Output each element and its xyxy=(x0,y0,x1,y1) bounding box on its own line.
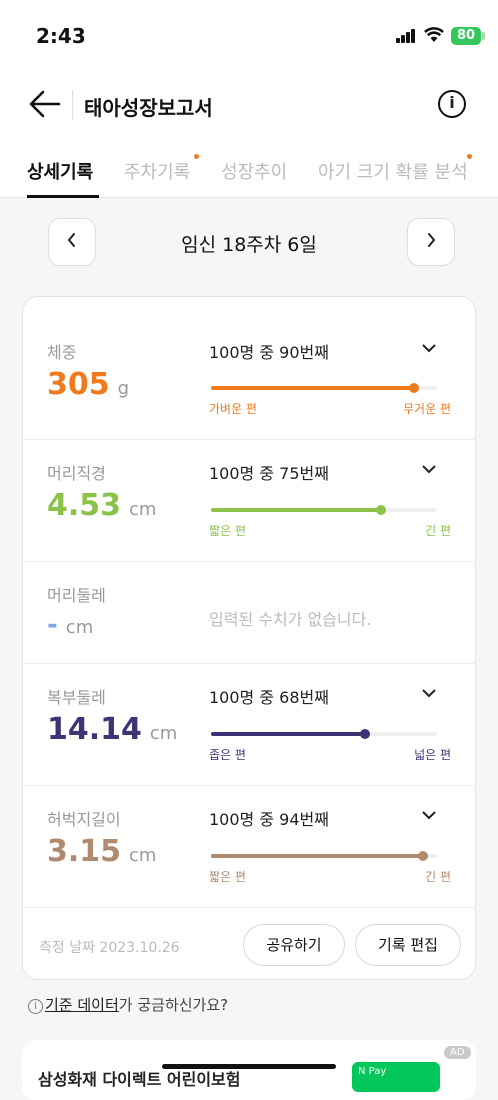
measurement-date: 측정 날짜 2023.10.26 xyxy=(39,940,180,956)
range-high-label: 무거운 편 xyxy=(403,402,451,416)
metric-row-femur-length[interactable]: 허벅지길이 3.15 cm 100명 중 94번째 짧은 편 긴 편 xyxy=(23,786,475,908)
percentile-fill xyxy=(211,732,365,736)
ad-banner[interactable]: 삼성화재 다이렉트 어린이보험 N Pay AD xyxy=(22,1040,476,1100)
percentile-track xyxy=(211,505,437,515)
ad-badge: AD xyxy=(444,1046,471,1059)
metric-label: 머리둘레 xyxy=(47,586,106,605)
percentile-track xyxy=(211,851,437,861)
standard-data-link-text[interactable]: 기준 데이터 xyxy=(45,996,119,1014)
tab-weekly-record-dot xyxy=(194,154,199,159)
metric-rank: 100명 중 94번째 xyxy=(209,810,329,829)
naver-pay-badge: N Pay xyxy=(352,1062,440,1092)
page-title: 태아성장보고서 xyxy=(84,96,213,120)
percentile-fill xyxy=(211,386,415,390)
chevron-right-icon xyxy=(428,233,436,247)
metric-label: 허벅지길이 xyxy=(47,810,121,829)
tab-size-probability[interactable]: 아기 크기 확률 분석 xyxy=(318,158,468,184)
battery-tip xyxy=(482,32,485,40)
app-header: 태아성장보고서 i xyxy=(0,72,498,136)
range-high-label: 긴 편 xyxy=(425,870,451,884)
tab-detail-record[interactable]: 상세기록 xyxy=(27,158,93,184)
percentile-knob xyxy=(409,383,420,393)
range-low-label: 짧은 편 xyxy=(209,870,246,884)
cellular-signal-icon xyxy=(396,29,416,43)
tab-size-probability-dot xyxy=(467,154,472,159)
tab-growth-trend[interactable]: 성장추이 xyxy=(221,158,287,184)
chevron-down-icon[interactable] xyxy=(421,343,437,353)
percentile-knob xyxy=(375,505,386,515)
metric-value: 3.15 cm xyxy=(47,834,157,869)
percentile-track xyxy=(211,383,437,393)
percentile-track xyxy=(211,729,437,739)
percentile-knob xyxy=(359,729,370,739)
range-high-label: 넓은 편 xyxy=(414,748,451,762)
home-indicator xyxy=(162,1064,336,1069)
range-low-label: 좁은 편 xyxy=(209,748,246,762)
metric-rank: 100명 중 75번째 xyxy=(209,464,329,483)
measurement-card: 체중 305 g 100명 중 90번째 가벼운 편 무거운 편 머리직경 4.5… xyxy=(22,296,476,980)
next-week-button[interactable] xyxy=(407,218,455,266)
status-bar: 2:43 80 xyxy=(0,0,498,72)
back-arrow-icon[interactable] xyxy=(28,88,62,120)
metric-row-head-circumference[interactable]: 머리둘레 - cm 입력된 수치가 없습니다. xyxy=(23,562,475,664)
metric-rank: 100명 중 68번째 xyxy=(209,688,329,707)
standard-data-link[interactable]: i 기준 데이터가 궁금하신가요? xyxy=(28,994,228,1015)
active-tab-indicator xyxy=(27,195,99,198)
metric-label: 체중 xyxy=(47,343,77,362)
wifi-icon xyxy=(424,27,444,42)
metric-value: 305 g xyxy=(47,367,130,402)
tab-weekly-record[interactable]: 주차기록 xyxy=(124,158,190,184)
header-divider xyxy=(72,90,73,120)
empty-value-message: 입력된 수치가 없습니다. xyxy=(209,610,372,629)
status-time: 2:43 xyxy=(36,24,86,48)
share-button[interactable]: 공유하기 xyxy=(243,924,345,966)
battery-icon: 80 xyxy=(451,27,481,45)
ad-title: 삼성화재 다이렉트 어린이보험 xyxy=(38,1070,241,1089)
metric-rank: 100명 중 90번째 xyxy=(209,343,329,362)
metric-label: 복부둘레 xyxy=(47,688,106,707)
edit-record-button[interactable]: 기록 편집 xyxy=(355,924,461,966)
tab-bar: 상세기록 주차기록 성장추이 아기 크기 확률 분석 xyxy=(0,146,498,198)
percentile-fill xyxy=(211,508,381,512)
range-high-label: 긴 편 xyxy=(425,524,451,538)
chevron-down-icon[interactable] xyxy=(421,688,437,698)
percentile-fill xyxy=(211,854,424,858)
metric-value: - cm xyxy=(47,610,94,640)
metric-label: 머리직경 xyxy=(47,464,106,483)
metric-value: 14.14 cm xyxy=(47,712,178,747)
range-low-label: 짧은 편 xyxy=(209,524,246,538)
chevron-down-icon[interactable] xyxy=(421,810,437,820)
metric-row-weight[interactable]: 체중 305 g 100명 중 90번째 가벼운 편 무거운 편 xyxy=(23,297,475,440)
info-icon: i xyxy=(28,999,43,1014)
info-icon[interactable]: i xyxy=(438,90,466,118)
percentile-knob xyxy=(418,851,429,861)
chevron-down-icon[interactable] xyxy=(421,464,437,474)
standard-data-suffix: 가 궁금하신가요? xyxy=(118,996,229,1014)
range-low-label: 가벼운 편 xyxy=(209,402,257,416)
metric-value: 4.53 cm xyxy=(47,488,157,523)
metric-row-head-diameter[interactable]: 머리직경 4.53 cm 100명 중 75번째 짧은 편 긴 편 xyxy=(23,440,475,562)
metric-row-abdominal-circumference[interactable]: 복부둘레 14.14 cm 100명 중 68번째 좁은 편 넓은 편 xyxy=(23,664,475,786)
